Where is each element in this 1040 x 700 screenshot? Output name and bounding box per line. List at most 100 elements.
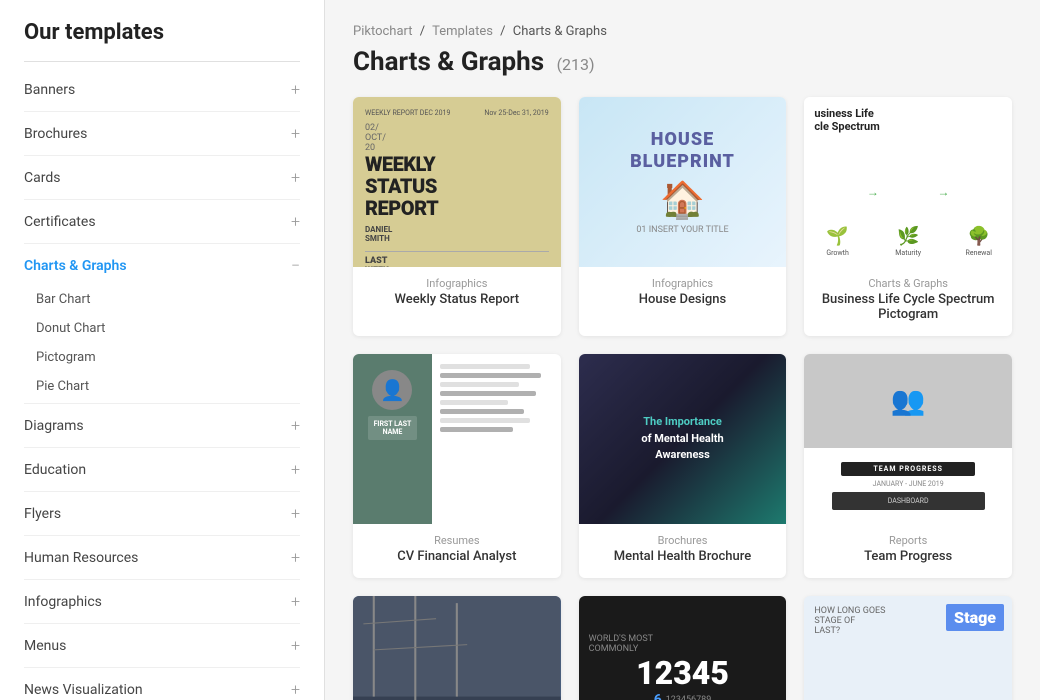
cv-line-6 — [440, 409, 525, 414]
divider — [24, 535, 300, 536]
cv-avatar: 👤 — [372, 370, 412, 410]
sidebar-item-certificates[interactable]: Certificates + — [0, 202, 324, 241]
sidebar-item-news-visualization[interactable]: News Visualization + — [0, 670, 324, 700]
template-thumb-brochure: The Importance of Mental HealthAwareness — [579, 354, 787, 524]
house-icon: 🏠 — [660, 179, 705, 221]
template-card-stats[interactable]: WORLD'S MOST COMMONLY 12345 6 123456789 … — [579, 596, 787, 700]
template-card-brochure[interactable]: The Importance of Mental HealthAwareness… — [579, 354, 787, 578]
sidebar-item-brochures[interactable]: Brochures + — [0, 114, 324, 153]
divider — [24, 447, 300, 448]
sidebar-item-label: Diagrams — [24, 418, 84, 434]
lifecycle-title: usiness Lifecle Spectrum — [814, 107, 1002, 133]
sidebar-title: Our templates — [0, 20, 324, 61]
breadcrumb-templates[interactable]: Templates — [432, 24, 493, 39]
sidebar-item-label: News Visualization — [24, 682, 143, 698]
cv-line-8 — [440, 427, 513, 432]
sidebar-item-menus[interactable]: Menus + — [0, 626, 324, 665]
cv-line-3 — [440, 382, 519, 387]
divider — [24, 623, 300, 624]
sidebar-item-infographics[interactable]: Infographics + — [0, 582, 324, 621]
template-info-lifecycle: Charts & Graphs Business Life Cycle Spec… — [804, 267, 1012, 336]
template-thumb-stats: WORLD'S MOST COMMONLY 12345 6 123456789 … — [579, 596, 787, 700]
lifecycle-icon-3: 🌳 — [968, 226, 990, 247]
thumb-team-inner: 👥 TEAM PROGRESS JANUARY - JUNE 2019 DASH… — [804, 354, 1012, 524]
stats-small-num: 6 — [654, 692, 662, 700]
template-info-weekly: Infographics Weekly Status Report — [353, 267, 561, 321]
cv-line-4 — [440, 391, 536, 396]
sidebar-item-charts-graphs[interactable]: Charts & Graphs − — [0, 246, 324, 285]
house-title-text: HOUSEBLUEPRINT — [630, 129, 735, 172]
sidebar-item-human-resources[interactable]: Human Resources + — [0, 538, 324, 577]
template-name-brochure: Mental Health Brochure — [591, 549, 775, 564]
stage-circles: Stage 1 Stage 2 Stage 3 — [814, 690, 1002, 700]
template-name-lifecycle: Business Life Cycle Spectrum Pictogram — [816, 292, 1000, 322]
template-card-lifecycle[interactable]: usiness Lifecle Spectrum 🌱 Growth → 🌿 Ma… — [804, 97, 1012, 336]
thumb-house-inner: HOUSEBLUEPRINT 🏠 01 INSERT YOUR TITLE — [579, 97, 787, 267]
thumb-cv-inner: 👤 FIRST LASTNAME — [353, 354, 561, 524]
sidebar-item-education[interactable]: Education + — [0, 450, 324, 489]
team-info: TEAM PROGRESS JANUARY - JUNE 2019 DASHBO… — [804, 448, 1012, 525]
breadcrumb-piktochart[interactable]: Piktochart — [353, 24, 413, 39]
sidebar: Our templates Banners + Brochures + Card… — [0, 0, 325, 700]
expand-icon: + — [291, 124, 300, 143]
lifecycle-icon-1: 🌱 — [826, 226, 848, 247]
template-card-team[interactable]: 👥 TEAM PROGRESS JANUARY - JUNE 2019 DASH… — [804, 354, 1012, 578]
sidebar-sub-item-pie-chart[interactable]: Pie Chart — [36, 372, 300, 401]
lifecycle-stage-1: 🌱 Growth — [814, 226, 861, 257]
expand-icon: + — [291, 548, 300, 567]
lifecycle-arrow-2: → — [937, 185, 949, 209]
template-thumb-cv: 👤 FIRST LASTNAME — [353, 354, 561, 524]
template-category-lifecycle: Charts & Graphs — [816, 277, 1000, 290]
collapse-icon: − — [291, 256, 300, 275]
template-name-team: Team Progress — [816, 549, 1000, 564]
expand-icon: + — [291, 504, 300, 523]
house-sub: 01 INSERT YOUR TITLE — [636, 225, 728, 235]
template-card-weekly-status[interactable]: WEEKLY REPORT DEC 2019 Nov 25-Dec 31, 20… — [353, 97, 561, 336]
brochure-accent: The Importance — [643, 415, 722, 428]
template-name-weekly: Weekly Status Report — [365, 292, 549, 307]
template-thumb-weekly: WEEKLY REPORT DEC 2019 Nov 25-Dec 31, 20… — [353, 97, 561, 267]
template-card-cv[interactable]: 👤 FIRST LASTNAME Re — [353, 354, 561, 578]
template-thumb-lifecycle: usiness Lifecle Spectrum 🌱 Growth → 🌿 Ma… — [804, 97, 1012, 267]
sidebar-item-label: Infographics — [24, 594, 102, 610]
template-name-house: House Designs — [591, 292, 775, 307]
cv-line-7 — [440, 418, 530, 423]
sidebar-item-banners[interactable]: Banners + — [0, 70, 324, 109]
stats-main-number: 12345 — [636, 654, 729, 692]
team-sub: JANUARY - JUNE 2019 — [873, 480, 944, 488]
template-card-house-designs[interactable]: HOUSEBLUEPRINT 🏠 01 INSERT YOUR TITLE In… — [579, 97, 787, 336]
lifecycle-icon-2: 🌿 — [897, 226, 919, 247]
lifecycle-stages: 🌱 Growth → 🌿 Maturity → 🌳 Renewal — [814, 137, 1002, 257]
divider — [24, 579, 300, 580]
stats-row: 6 123456789 — [654, 692, 712, 700]
thumb-weekly-inner: WEEKLY REPORT DEC 2019 Nov 25-Dec 31, 20… — [353, 97, 561, 267]
cv-left-panel: 👤 FIRST LASTNAME — [353, 354, 432, 524]
sidebar-item-diagrams[interactable]: Diagrams + — [0, 406, 324, 445]
weekly-wins: LASTWEEKWINS — [365, 251, 549, 267]
sidebar-item-cards[interactable]: Cards + — [0, 158, 324, 197]
sidebar-sub-item-donut-chart[interactable]: Donut Chart — [36, 314, 300, 343]
lifecycle-arrow-1: → — [867, 185, 879, 209]
template-info-brochure: Brochures Mental Health Brochure — [579, 524, 787, 578]
sidebar-sub-item-pictogram[interactable]: Pictogram — [36, 343, 300, 372]
sidebar-sub-item-bar-chart[interactable]: Bar Chart — [36, 285, 300, 314]
template-category-brochure: Brochures — [591, 534, 775, 547]
template-card-stage[interactable]: HOW LONG GOESSTAGE OFLAST? Stage Stage 1… — [804, 596, 1012, 700]
template-info-cv: Resumes CV Financial Analyst — [353, 524, 561, 578]
lifecycle-stage-2: 🌿 Maturity — [885, 226, 932, 257]
divider — [24, 491, 300, 492]
template-card-photo[interactable]: Charts & Graphs Urban Photography — [353, 596, 561, 700]
expand-icon: + — [291, 416, 300, 435]
weekly-header: WEEKLY REPORT DEC 2019 Nov 25-Dec 31, 20… — [365, 109, 549, 117]
photo-svg — [353, 596, 561, 700]
lifecycle-label-1: Growth — [826, 249, 848, 257]
template-grid: WEEKLY REPORT DEC 2019 Nov 25-Dec 31, 20… — [353, 97, 1012, 700]
sidebar-item-label: Cards — [24, 170, 60, 186]
thumb-lifecycle-inner: usiness Lifecle Spectrum 🌱 Growth → 🌿 Ma… — [804, 97, 1012, 267]
brochure-main-text: of Mental HealthAwareness — [641, 432, 723, 462]
weekly-date: 02/OCT/20 — [365, 123, 549, 153]
expand-icon: + — [291, 680, 300, 699]
sidebar-item-flyers[interactable]: Flyers + — [0, 494, 324, 533]
cv-line-1 — [440, 364, 530, 369]
breadcrumb-sep-1: / — [420, 24, 425, 39]
